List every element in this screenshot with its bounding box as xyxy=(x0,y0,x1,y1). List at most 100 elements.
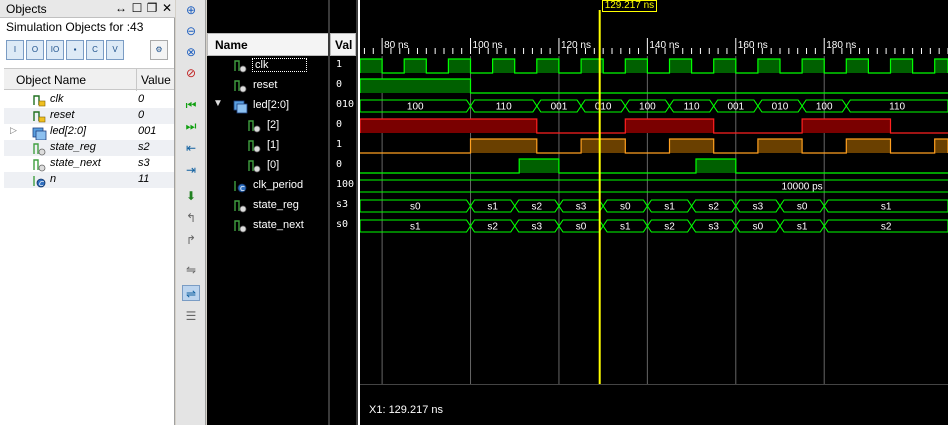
column-header-name[interactable]: Object Name xyxy=(16,73,86,87)
next-marker-icon[interactable]: ↱ xyxy=(182,232,200,248)
clk-high-fill xyxy=(404,59,427,73)
signal-value: s3 xyxy=(336,199,349,210)
objects-toolbar: I O IO ▪ C V ⚙ xyxy=(6,40,172,62)
led-bit0-trace xyxy=(360,158,948,174)
signal-icon xyxy=(233,198,247,214)
zoom-fit-icon[interactable]: ⊗ xyxy=(182,44,200,60)
led-bus-value-label: 100 xyxy=(407,102,424,113)
signal-row[interactable]: Cclk_period 100 xyxy=(207,176,357,196)
signal-icon xyxy=(233,78,247,94)
add-marker-icon[interactable]: ⬇ xyxy=(182,188,200,204)
object-row[interactable]: ▷ led[2:0] 001 xyxy=(4,124,174,141)
restore-icon[interactable]: ❐ xyxy=(145,1,159,15)
signal-value: 0 xyxy=(336,79,343,90)
clk-high-fill xyxy=(448,59,471,73)
led-bus-value-label: 010 xyxy=(772,102,789,113)
object-row[interactable]: clk 0 xyxy=(4,92,174,108)
clk-high-fill xyxy=(802,59,825,73)
expand-arrow-icon[interactable]: ▷ xyxy=(10,125,17,136)
signal-icon xyxy=(233,218,247,234)
previous-transition-icon[interactable]: ⇤ xyxy=(182,140,200,156)
column-separator[interactable] xyxy=(136,69,137,91)
signal-row[interactable]: reset 0 xyxy=(207,76,357,96)
clk-high-fill xyxy=(360,59,383,73)
signal-row[interactable]: state_reg s3 xyxy=(207,196,357,216)
objects-panel: Objects ↔ ☐ ❐ ✕ Simulation Objects for :… xyxy=(0,0,175,425)
objects-table-header: Object Name Value xyxy=(4,68,174,91)
object-row[interactable]: state_next s3 xyxy=(4,156,174,172)
led-bit0-high-fill xyxy=(696,159,736,173)
object-row[interactable]: reset 0 xyxy=(4,108,174,124)
name-header-label: Name xyxy=(215,38,248,52)
maximize-icon[interactable]: ☐ xyxy=(130,1,144,15)
float-icon[interactable]: ↔ xyxy=(114,1,128,15)
objects-table: Object Name Value clk 0 reset 0 ▷ led[2:0] 001… xyxy=(4,68,174,418)
snap-to-transition-icon[interactable]: ⇌ xyxy=(182,285,200,301)
clk-high-fill xyxy=(934,59,948,73)
object-row[interactable]: Cn 11 xyxy=(4,172,174,188)
signal-row[interactable]: state_next s0 xyxy=(207,216,357,236)
signal-icon xyxy=(247,158,261,174)
object-value: 0 xyxy=(138,109,145,121)
led-bus-value-label: 100 xyxy=(639,102,656,113)
state-reg-bus-value-label: s3 xyxy=(576,202,587,213)
led-bit1-high-fill xyxy=(934,139,948,153)
collapse-arrow-icon[interactable]: ▼ xyxy=(213,98,223,109)
internal-filter-icon[interactable]: ▪ xyxy=(66,40,84,60)
signal-row[interactable]: ▼ led[2:0] 010 xyxy=(207,96,357,116)
bidir-filter-icon[interactable]: IO xyxy=(46,40,64,60)
object-value: 0 xyxy=(138,93,145,105)
bus-output-icon xyxy=(32,125,47,141)
zoom-to-cursor-icon[interactable]: ⊘ xyxy=(182,65,200,81)
clk-high-fill xyxy=(846,59,869,73)
next-transition-icon[interactable]: ⇥ xyxy=(182,162,200,178)
signal-row[interactable]: [1] 1 xyxy=(207,136,357,156)
column-header-value[interactable]: Value xyxy=(141,73,171,87)
floating-ruler-icon[interactable]: ☰ xyxy=(182,308,200,324)
signal-value: 100 xyxy=(336,179,355,190)
svg-text:C: C xyxy=(39,180,44,188)
state-next-bus-value-label: s2 xyxy=(664,222,675,233)
cursor-time-label[interactable]: 129.217 ns xyxy=(601,0,658,12)
zoom-out-icon[interactable]: ⊖ xyxy=(182,23,200,39)
previous-marker-icon[interactable]: ↰ xyxy=(182,210,200,226)
output-filter-icon[interactable]: O xyxy=(26,40,44,60)
value-column-header[interactable]: Val xyxy=(330,33,356,56)
go-to-start-icon[interactable]: ⏮ xyxy=(182,97,200,113)
signal-name: state_next xyxy=(253,219,304,231)
object-value: 001 xyxy=(138,125,157,137)
object-row[interactable]: state_reg s2 xyxy=(4,140,174,156)
led-bus-value-label: 001 xyxy=(551,102,568,113)
state-next-bus-value-label: s2 xyxy=(487,222,498,233)
go-to-end-icon[interactable]: ⏭ xyxy=(182,118,200,134)
wave-toolbar: ⊕ ⊖ ⊗ ⊘ ⏮ ⏭ ⇤ ⇥ ⬇ ↰ ↱ ⇋ ⇌ ☰ xyxy=(176,0,206,425)
led-bit0-high-fill xyxy=(519,159,559,173)
name-column-header[interactable]: Name xyxy=(207,33,329,56)
signal-icon xyxy=(233,58,247,74)
swap-cursors-icon[interactable]: ⇋ xyxy=(182,262,200,278)
close-icon[interactable]: ✕ xyxy=(160,1,174,15)
zoom-in-icon[interactable]: ⊕ xyxy=(182,2,200,18)
settings-icon[interactable]: ⚙ xyxy=(150,40,168,60)
state-next-bus-value-label: s3 xyxy=(532,222,543,233)
object-name: n xyxy=(50,173,57,185)
svg-text:C: C xyxy=(240,185,245,193)
ruler-tick-label: 120 ns xyxy=(561,40,591,51)
state-next-bus-value-label: s1 xyxy=(410,222,421,233)
led-bit1-high-fill xyxy=(470,139,537,153)
input-filter-icon[interactable]: I xyxy=(6,40,24,60)
state-next-bus-value-label: s2 xyxy=(881,222,892,233)
signal-icon xyxy=(247,118,261,134)
signal-row[interactable]: [2] 0 xyxy=(207,116,357,136)
name-value-divider[interactable] xyxy=(328,0,330,425)
constant-filter-icon[interactable]: C xyxy=(86,40,104,60)
waveform-area[interactable]: 80 ns 100 ns 120 ns 140 ns 160 ns 180 ns 100 11… xyxy=(360,0,948,425)
toolbar-separator xyxy=(130,40,134,60)
led-bit2-high-fill xyxy=(625,119,714,133)
signal-row[interactable]: clk 1 xyxy=(207,56,357,76)
bus-icon xyxy=(233,98,248,114)
signal-row[interactable]: [0] 0 xyxy=(207,156,357,176)
signal-name: clk xyxy=(251,58,308,72)
signal-name: clk_period xyxy=(253,179,304,191)
variable-filter-icon[interactable]: V xyxy=(106,40,124,60)
